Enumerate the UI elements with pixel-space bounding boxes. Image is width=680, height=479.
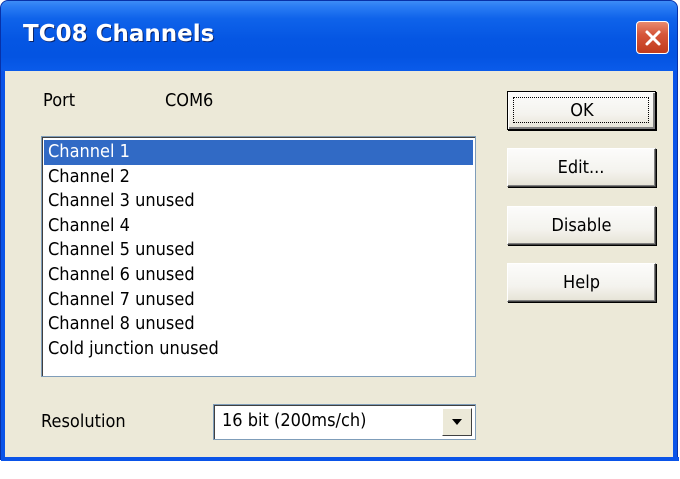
resolution-label: Resolution [41,411,126,432]
list-item[interactable]: Channel 5 unused [44,238,473,263]
dropdown-button[interactable] [442,408,472,436]
list-item[interactable]: Cold junction unused [44,337,473,362]
list-item[interactable]: Channel 6 unused [44,263,473,288]
list-item[interactable]: Channel 3 unused [44,189,473,214]
port-value: COM6 [165,90,214,111]
chevron-down-icon [452,419,462,425]
close-icon [645,30,660,45]
close-button[interactable] [636,21,669,54]
list-item[interactable]: Channel 4 [44,214,473,239]
list-item[interactable]: Channel 7 unused [44,288,473,313]
list-item[interactable]: Channel 8 unused [44,312,473,337]
help-button[interactable]: Help [507,263,656,302]
edit-button[interactable]: Edit... [507,148,656,187]
list-item[interactable]: Channel 1 [44,140,473,165]
title-bar[interactable]: TC08 Channels [1,1,677,71]
disable-button[interactable]: Disable [507,206,656,245]
channel-listbox[interactable]: Channel 1 Channel 2 Channel 3 unused Cha… [41,136,476,377]
dialog-body: Port COM6 Channel 1 Channel 2 Channel 3 … [5,71,673,457]
dialog-window: TC08 Channels Port COM6 Channel 1 Channe… [0,0,679,461]
window-frame-bottom [1,457,679,461]
window-title: TC08 Channels [23,21,215,47]
ok-button[interactable]: OK [507,91,656,130]
resolution-select[interactable]: 16 bit (200ms/ch) [213,404,476,440]
resolution-value: 16 bit (200ms/ch) [222,410,367,431]
port-label: Port [43,90,76,111]
list-item[interactable]: Channel 2 [44,165,473,190]
